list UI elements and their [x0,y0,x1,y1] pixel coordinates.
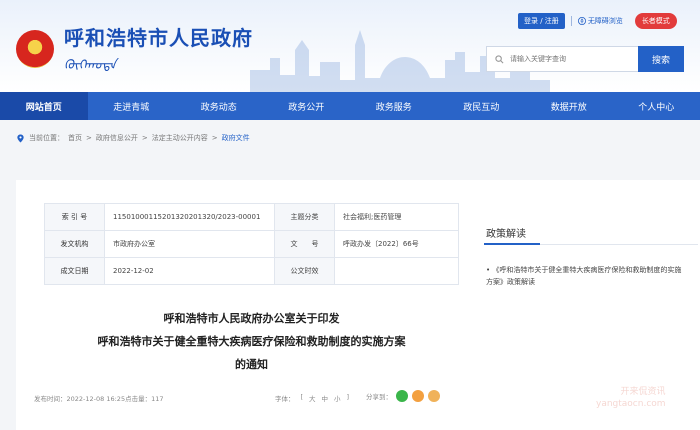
document-title-line: 呼和浩特市人民政府办公室关于印发 [163,312,340,325]
share-label: 分享到： [366,393,392,401]
breadcrumb-separator: > [141,134,148,142]
publish-meta: 发布时间：2022-12-08 16:25点击量：117 [34,395,164,403]
login-register-button[interactable]: 登录 / 注册 [518,13,565,29]
date-value: 2022-12-02 [104,257,275,285]
table-row: 成文日期 2022-12-02 公文时效 [44,257,459,285]
site-title[interactable]: 呼和浩特市人民政府 [64,22,253,51]
accessibility-label: 无障碍浏览 [587,17,623,25]
validity-label: 公文时效 [274,257,335,285]
share-bar: 分享到： [366,390,440,402]
breadcrumb-separator: > [86,134,92,142]
nav-item-gov-disclosure[interactable]: 政务公开 [263,92,351,120]
nav-item-open-data[interactable]: 数据开放 [525,92,613,120]
breadcrumb-separator: > [211,134,218,142]
issuer-value: 市政府办公室 [104,230,275,258]
search-button[interactable]: 搜索 [638,46,684,72]
breadcrumb-prefix: 当前位置： [29,134,64,142]
breadcrumb-item-gov-documents[interactable]: 政府文件 [222,133,250,143]
bracket: ] [346,393,350,401]
breadcrumb-item-home[interactable]: 首页 [68,133,82,143]
breadcrumb-item-gov-info[interactable]: 政府信息公开 [96,133,138,143]
watermark-logo: 开来侃资讯 yangtaocn.com [596,387,666,409]
issuer-label: 发文机构 [44,230,105,258]
search-box [486,46,638,72]
table-row: 索 引 号 11501000115201320201320/2023-00001… [44,203,459,231]
site-header: 呼和浩特市人民政府 ᠬᠦᠬᠡᠬᠣᠲᠠ 登录 / 注册 无障碍浏览 长者模式 搜索 [0,0,700,92]
divider-accent [484,243,540,245]
date-label: 成文日期 [44,257,105,285]
nav-item-gov-services[interactable]: 政务服务 [350,92,438,120]
validity-value [334,257,459,285]
document-title-line: 呼和浩特市关于健全重特大疾病医疗保险和救助制度的实施方案 [97,335,406,348]
divider [570,16,572,26]
font-size-large[interactable]: 大 [309,393,316,403]
index-value: 11501000115201320201320/2023-00001 [104,203,275,231]
font-size-small[interactable]: 小 [334,393,341,403]
weibo-share-icon[interactable] [412,390,424,402]
docno-label: 文 号 [274,230,335,258]
bracket: [ [300,393,304,401]
docno-value: 呼政办发〔2022〕66号 [334,230,459,258]
nav-item-about-city[interactable]: 走进青城 [88,92,176,120]
nav-item-personal-center[interactable]: 个人中心 [613,92,700,120]
breadcrumb-item-statutory[interactable]: 法定主动公开内容 [152,133,208,143]
elder-mode-button[interactable]: 长者模式 [634,13,677,29]
document-info-table: 索 引 号 11501000115201320201320/2023-00001… [44,203,459,285]
font-size-medium[interactable]: 中 [322,393,329,403]
category-label: 主题分类 [274,203,335,231]
search-input[interactable] [510,55,630,63]
policy-interpretation-link[interactable]: • 《呼和浩特市关于健全重特大疾病医疗保险和救助制度的实施方案》政策解读 [486,264,682,288]
breadcrumb: 当前位置： 首页 > 政府信息公开 > 法定主动公开内容 > 政府文件 [16,132,250,144]
accessibility-icon [577,17,586,25]
main-nav: 网站首页 走进青城 政务动态 政务公开 政务服务 政民互动 数据开放 个人中心 [0,92,700,120]
search-icon [495,54,504,63]
index-label: 索 引 号 [44,203,105,231]
site-title-mongolian-script: ᠬᠦᠬᠡᠬᠣᠲᠠ [64,58,117,73]
wechat-share-icon[interactable] [396,390,408,402]
document-title-line: 的通知 [235,358,268,371]
policy-interpretation-title: 政策解读 [486,229,526,240]
nav-item-home[interactable]: 网站首页 [0,92,88,120]
accessibility-link[interactable]: 无障碍浏览 [577,16,623,26]
location-icon [17,133,24,143]
nav-item-interaction[interactable]: 政民互动 [438,92,526,120]
document-title: 呼和浩特市人民政府办公室关于印发 呼和浩特市关于健全重特大疾病医疗保险和救助制度… [44,307,459,376]
top-links: 登录 / 注册 无障碍浏览 长者模式 [518,13,677,29]
national-emblem-logo[interactable] [16,30,54,68]
table-row: 发文机构 市政府办公室 文 号 呼政办发〔2022〕66号 [44,230,459,258]
nav-item-news[interactable]: 政务动态 [175,92,263,120]
font-size-label: 字体： [275,395,295,403]
font-size-control: 字体： [ 大 中 小 ] [275,393,349,403]
qzone-share-icon[interactable] [428,390,440,402]
category-value: 社会福利;医药管理 [334,203,459,231]
